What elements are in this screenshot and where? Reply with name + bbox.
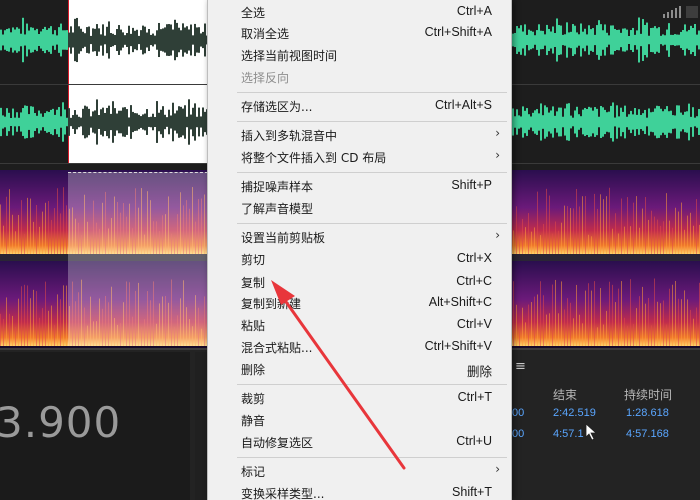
menu-separator <box>237 92 507 93</box>
menu-item[interactable]: 裁剪 Ctrl+T <box>207 388 512 409</box>
menu-item-label: 粘贴 <box>241 319 266 333</box>
panel-menu-icon[interactable]: ≡ <box>515 359 526 374</box>
submenu-chevron-icon: › <box>495 228 500 242</box>
menu-item[interactable]: 变换采样类型... Shift+T <box>207 483 512 500</box>
menu-item[interactable]: 剪切 Ctrl+X <box>207 249 512 270</box>
menu-separator <box>237 172 507 173</box>
menu-item-label: 了解声音模型 <box>241 202 314 216</box>
submenu-chevron-icon: › <box>495 148 500 162</box>
menu-item[interactable]: 取消全选 Ctrl+Shift+A <box>207 23 512 44</box>
menu-separator <box>237 121 507 122</box>
submenu-chevron-icon: › <box>495 462 500 476</box>
menu-item[interactable]: 自动修复选区 Ctrl+U <box>207 432 512 453</box>
selection-end-cell[interactable]: 2:42.519 <box>553 407 596 419</box>
menu-item[interactable]: 插入到多轨混音中 › <box>207 125 512 146</box>
submenu-chevron-icon: › <box>495 126 500 140</box>
transport-panel <box>195 352 207 500</box>
selection-duration-cell[interactable]: 1:28.618 <box>626 407 669 419</box>
menu-separator <box>237 223 507 224</box>
selection-start-cell[interactable]: 00 <box>512 407 524 419</box>
selection-view-panel <box>512 352 700 500</box>
menu-item-shortcut: Shift+T <box>452 485 492 499</box>
menu-item-label: 混合式粘贴... <box>241 341 313 355</box>
menu-item-shortcut: Ctrl+Shift+V <box>424 339 492 353</box>
menu-item-label: 变换采样类型... <box>241 487 325 500</box>
menu-item-label: 静音 <box>241 414 266 428</box>
menu-item[interactable]: 将整个文件插入到 CD 布局 › <box>207 147 512 168</box>
menu-item[interactable]: 混合式粘贴... Ctrl+Shift+V <box>207 337 512 358</box>
menu-item-shortcut: Ctrl+X <box>456 251 492 265</box>
menu-item-shortcut: Ctrl+A <box>456 4 492 18</box>
menu-item[interactable]: 删除 删除 <box>207 359 512 380</box>
menu-item-label: 选择当前视图时间 <box>241 49 338 63</box>
current-time: 3.900 <box>0 398 122 447</box>
view-end-cell[interactable]: 4:57.1 <box>553 428 584 440</box>
menu-item[interactable]: 选择反向 <box>207 67 512 88</box>
menu-item[interactable]: 捕捉噪声样本 Shift+P <box>207 176 512 197</box>
menu-item-shortcut: Alt+Shift+C <box>428 295 492 309</box>
menu-item-label: 标记 <box>241 465 266 479</box>
menu-item[interactable]: 了解声音模型 <box>207 198 512 219</box>
menu-item[interactable]: 全选 Ctrl+A <box>207 2 512 23</box>
menu-separator <box>237 457 507 458</box>
menu-item-label: 选择反向 <box>241 71 290 85</box>
menu-item[interactable]: 选择当前视图时间 <box>207 45 512 66</box>
menu-item-label: 取消全选 <box>241 27 290 41</box>
spectral-selection[interactable] <box>68 172 208 346</box>
menu-item-shortcut: Ctrl+V <box>456 317 492 331</box>
menu-item-label: 存储选区为... <box>241 100 313 114</box>
menu-item[interactable]: 静音 <box>207 410 512 431</box>
menu-item[interactable]: 复制 Ctrl+C <box>207 272 512 293</box>
menu-item-shortcut: Shift+P <box>451 178 492 192</box>
menu-item[interactable]: 存储选区为... Ctrl+Alt+S <box>207 96 512 117</box>
column-header-duration: 持续时间 <box>624 388 673 402</box>
menu-item-label: 删除 <box>241 363 266 377</box>
menu-item-label: 剪切 <box>241 253 266 267</box>
level-meter-icon <box>663 6 698 18</box>
menu-item-shortcut: Ctrl+C <box>456 274 492 288</box>
menu-item-shortcut: Ctrl+Shift+A <box>424 25 492 39</box>
menu-item-shortcut: 删除 <box>466 365 492 379</box>
menu-item-label: 复制 <box>241 276 266 290</box>
menu-item[interactable]: 设置当前剪贴板 › <box>207 227 512 248</box>
menu-item[interactable]: 复制到新建 Alt+Shift+C <box>207 293 512 314</box>
menu-item-label: 裁剪 <box>241 392 266 406</box>
menu-item-shortcut: Ctrl+U <box>456 434 492 448</box>
menu-item-label: 复制到新建 <box>241 297 302 311</box>
menu-item-label: 捕捉噪声样本 <box>241 180 314 194</box>
menu-item-label: 设置当前剪贴板 <box>241 231 326 245</box>
view-duration-cell[interactable]: 4:57.168 <box>626 428 669 440</box>
menu-item[interactable]: 标记 › <box>207 461 512 482</box>
menu-item-label: 全选 <box>241 6 266 20</box>
view-start-cell[interactable]: 00 <box>512 428 524 440</box>
column-header-end: 结束 <box>553 388 578 402</box>
menu-item[interactable]: 粘贴 Ctrl+V <box>207 315 512 336</box>
menu-item-label: 将整个文件插入到 CD 布局 <box>241 151 387 165</box>
menu-item-shortcut: Ctrl+Alt+S <box>435 98 492 112</box>
mouse-cursor-icon <box>585 423 598 441</box>
menu-item-shortcut: Ctrl+T <box>457 390 492 404</box>
menu-item-label: 自动修复选区 <box>241 436 314 450</box>
menu-item-label: 插入到多轨混音中 <box>241 129 338 143</box>
menu-separator <box>237 384 507 385</box>
